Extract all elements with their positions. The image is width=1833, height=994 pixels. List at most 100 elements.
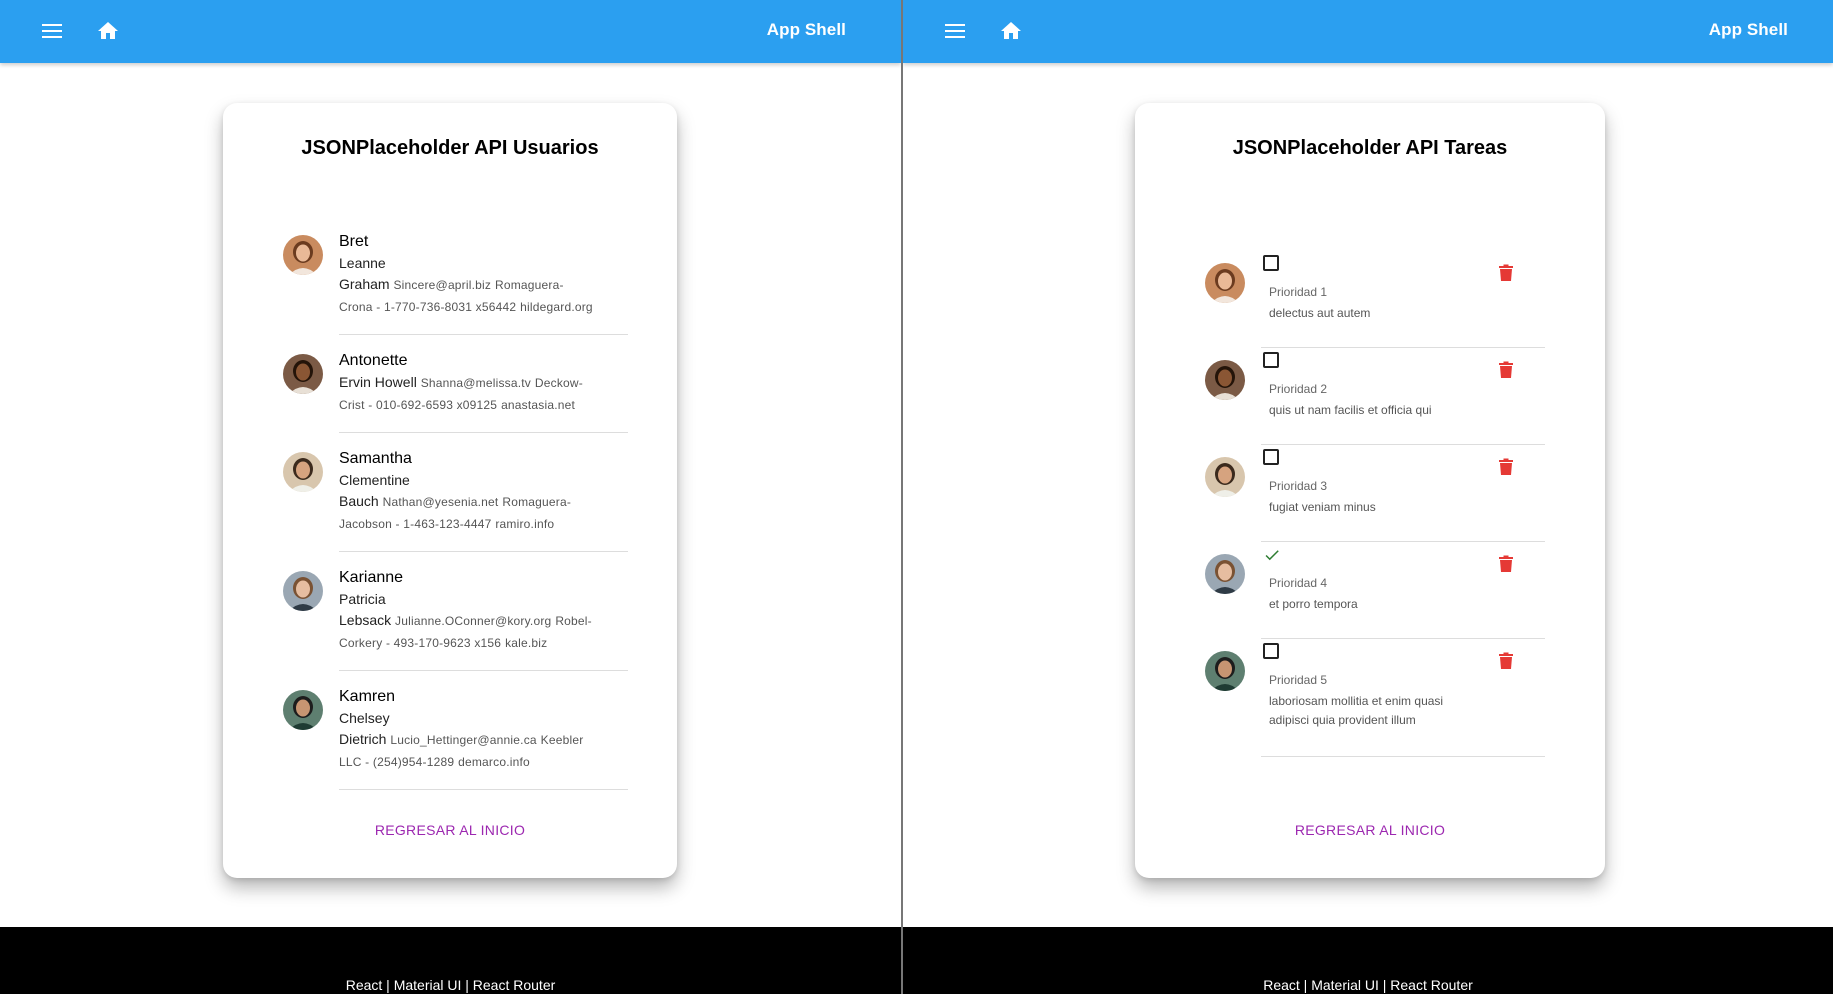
- tasks-card: JSONPlaceholder API Tareas Prioridad 1 de…: [1135, 103, 1605, 878]
- task-priority: Prioridad 5: [1269, 673, 1328, 687]
- user-list-item: Antonette Ervin Howell Shanna@melissa.tv …: [283, 350, 628, 433]
- checkbox-empty-icon[interactable]: [1263, 352, 1279, 368]
- task-title: et porro tempora: [1269, 597, 1358, 611]
- user-name-line1: Patricia: [339, 591, 386, 607]
- users-window: App Shell JSONPlaceholder API Usuarios B…: [0, 0, 903, 994]
- task-priority: Prioridad 4: [1269, 576, 1328, 590]
- user-name-line1: Ervin Howell: [339, 374, 417, 390]
- user-website: demarco.info: [458, 755, 530, 769]
- user-name-line1: Clementine: [339, 472, 410, 488]
- user-list-item: Karianne Patricia Lebsack Julianne.OConner…: [283, 567, 628, 671]
- user-website: ramiro.info: [495, 517, 555, 531]
- card-title: JSONPlaceholder API Usuarios: [301, 137, 599, 159]
- trash-icon[interactable]: [1498, 652, 1514, 670]
- footer: React | Material UI | React Router: [903, 927, 1833, 994]
- user-email: Sincere@april.biz: [393, 278, 492, 292]
- user-website: anastasia.net: [501, 398, 576, 412]
- user-phone: 010-692-6593 x09125: [375, 398, 498, 412]
- user-company-part2: Crona: [339, 300, 373, 314]
- avatar: [1205, 651, 1245, 691]
- user-details: Patricia Lebsack Julianne.OConner@kory.or…: [339, 591, 592, 650]
- task-priority: Prioridad 1: [1269, 285, 1328, 299]
- task-title: quis ut nam facilis et officia qui: [1269, 403, 1432, 417]
- user-name-line2: Lebsack: [339, 612, 392, 628]
- checkbox-empty-icon[interactable]: [1263, 255, 1279, 271]
- back-home-link[interactable]: REGRESAR AL INICIO: [223, 822, 677, 838]
- checkbox-empty-icon[interactable]: [1263, 643, 1279, 659]
- avatar: [283, 354, 323, 394]
- user-name-line1: Leanne: [339, 255, 386, 271]
- task-list-item: Prioridad 4 et porro tempora: [1205, 542, 1545, 639]
- task-title: laboriosam mollitia et enim quasi adipis…: [1269, 694, 1444, 727]
- trash-icon[interactable]: [1498, 458, 1514, 476]
- menu-icon[interactable]: [943, 20, 967, 42]
- user-company-part1: Deckow-: [534, 376, 583, 390]
- user-company-part1: Robel-: [555, 614, 592, 628]
- avatar: [283, 571, 323, 611]
- task-list: Prioridad 1 delectus aut autem Prioridad 2…: [1205, 251, 1545, 757]
- footer-text: React | Material UI | React Router: [1263, 977, 1473, 993]
- avatar: [283, 452, 323, 492]
- user-company-part1: Romaguera-: [502, 495, 572, 509]
- avatar: [1205, 360, 1245, 400]
- avatar: [1205, 457, 1245, 497]
- back-home-link[interactable]: REGRESAR AL INICIO: [1135, 822, 1605, 838]
- username: Bret: [339, 233, 369, 250]
- user-name-line2: Dietrich: [339, 731, 387, 747]
- user-company-part1: Keebler: [540, 733, 584, 747]
- card-title: JSONPlaceholder API Tareas: [1232, 137, 1508, 159]
- user-email: Shanna@melissa.tv: [420, 376, 532, 390]
- user-phone: 1-463-123-4447: [403, 517, 492, 531]
- footer-text: React | Material UI | React Router: [345, 977, 556, 993]
- user-phone: 1-770-736-8031 x56442: [383, 300, 517, 314]
- user-list-item: Samantha Clementine Bauch Nathan@yesenia.n…: [283, 448, 628, 552]
- home-icon[interactable]: [96, 19, 120, 43]
- user-details: Clementine Bauch Nathan@yesenia.net Romag…: [339, 472, 572, 531]
- home-icon[interactable]: [999, 19, 1023, 43]
- task-list-item: Prioridad 1 delectus aut autem: [1205, 251, 1545, 348]
- user-email: Nathan@yesenia.net: [382, 495, 499, 509]
- task-priority: Prioridad 2: [1269, 382, 1328, 396]
- app-bar: App Shell: [903, 0, 1833, 63]
- menu-icon[interactable]: [40, 20, 64, 42]
- checkbox-empty-icon[interactable]: [1263, 449, 1279, 465]
- user-text: Samantha Clementine Bauch Nathan@yesenia.n…: [339, 448, 628, 535]
- task-list-item: Prioridad 5 laboriosam mollitia et enim q…: [1205, 639, 1545, 757]
- avatar: [283, 690, 323, 730]
- task-priority: Prioridad 3: [1269, 479, 1328, 493]
- task-title: fugiat veniam minus: [1269, 500, 1376, 514]
- username: Karianne: [339, 569, 404, 586]
- user-details: Ervin Howell Shanna@melissa.tv Deckow- Cr…: [339, 374, 583, 412]
- user-list-item: Bret Leanne Graham Sincere@april.biz Romag…: [283, 231, 628, 335]
- user-list: Bret Leanne Graham Sincere@april.biz Romag…: [283, 231, 628, 805]
- user-name-line2: Bauch: [339, 493, 379, 509]
- user-email: Lucio_Hettinger@annie.ca: [390, 733, 537, 747]
- check-icon[interactable]: [1263, 546, 1281, 564]
- users-card: JSONPlaceholder API Usuarios Bret Leanne G…: [223, 103, 677, 878]
- trash-icon[interactable]: [1498, 555, 1514, 573]
- user-company-part1: Romaguera-: [494, 278, 564, 292]
- app-title: App Shell: [1708, 20, 1788, 39]
- username: Antonette: [339, 352, 408, 369]
- user-text: Antonette Ervin Howell Shanna@melissa.tv …: [339, 350, 628, 416]
- avatar: [283, 235, 323, 275]
- user-email: Julianne.OConner@kory.org: [395, 614, 552, 628]
- user-text: Kamren Chelsey Dietrich Lucio_Hettinger@an…: [339, 686, 628, 773]
- task-list-item: Prioridad 3 fugiat veniam minus: [1205, 445, 1545, 542]
- user-company-part2: LLC: [339, 755, 362, 769]
- avatar: [1205, 263, 1245, 303]
- trash-icon[interactable]: [1498, 264, 1514, 282]
- user-name-line2: Graham: [339, 276, 390, 292]
- app-bar: App Shell: [0, 0, 901, 63]
- user-details: Leanne Graham Sincere@april.biz Romaguera…: [339, 255, 593, 314]
- trash-icon[interactable]: [1498, 361, 1514, 379]
- user-phone: (254)954-1289: [372, 755, 455, 769]
- app-title: App Shell: [766, 20, 846, 39]
- user-phone: 493-170-9623 x156: [393, 636, 502, 650]
- tasks-window: App Shell JSONPlaceholder API Tareas Pri…: [903, 0, 1833, 994]
- username: Samantha: [339, 450, 412, 467]
- user-text: Karianne Patricia Lebsack Julianne.OConner…: [339, 567, 628, 654]
- user-name-line1: Chelsey: [339, 710, 390, 726]
- user-company-part2: Corkery: [339, 636, 383, 650]
- avatar: [1205, 554, 1245, 594]
